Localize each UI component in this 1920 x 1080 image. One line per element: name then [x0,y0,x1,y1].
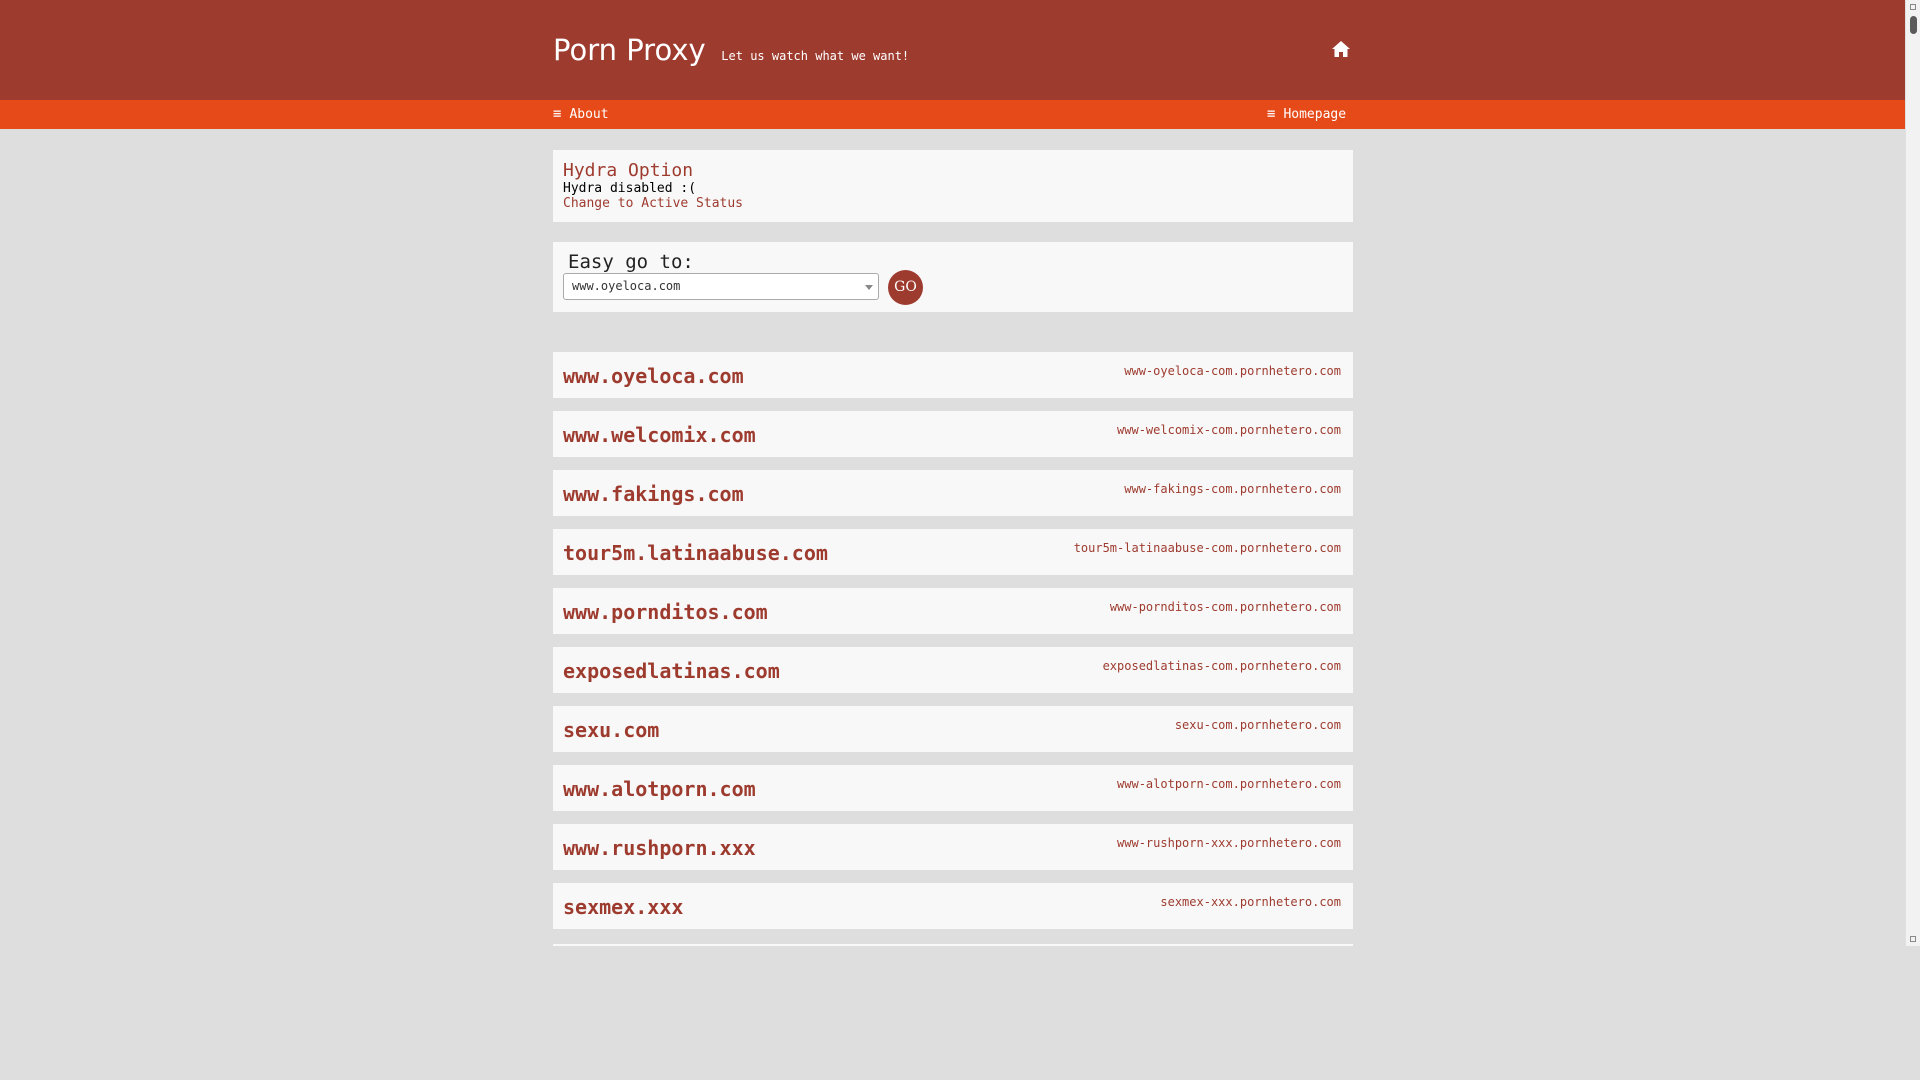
site-row[interactable]: www.alotporn.com www-alotporn-com.pornhe… [553,765,1353,811]
go-button[interactable]: GO [888,270,923,305]
nav-about-label: About [569,107,609,122]
scroll-down-icon[interactable] [1910,936,1916,942]
site-row[interactable]: sexu.com sexu-com.pornhetero.com [553,706,1353,752]
nav-about[interactable]: ≡ About [553,100,609,129]
site-row[interactable]: exposedlatinas.com exposedlatinas-com.po… [553,647,1353,693]
site-tagline: Let us watch what we want! [721,49,910,63]
easy-go-select[interactable]: www.oyeloca.com [563,273,879,300]
site-name[interactable]: www.alotporn.com [563,777,756,801]
site-row[interactable]: www.pornditos.com www-pornditos-com.porn… [553,588,1353,634]
site-header: Porn Proxy Let us watch what we want! [0,0,1905,100]
nav-bar: ≡ About ≡ Homepage [0,100,1905,129]
hamburger-icon: ≡ [553,106,562,122]
site-name[interactable]: www.welcomix.com [563,423,756,447]
hydra-activate-link[interactable]: Change to Active Status [563,196,743,211]
site-proxy-link[interactable]: www-welcomix-com.pornhetero.com [1117,423,1341,437]
site-name[interactable]: www.fakings.com [563,482,744,506]
site-row[interactable]: sexmex.xxx sexmex-xxx.pornhetero.com [553,883,1353,929]
site-row[interactable]: www.rushporn.xxx www-rushporn-xxx.pornhe… [553,824,1353,870]
site-row[interactable]: www.fakings.com www-fakings-com.pornhete… [553,470,1353,516]
easy-go-label: Easy go to: [568,251,694,273]
site-proxy-link[interactable]: tour5m-latinaabuse-com.pornhetero.com [1074,541,1341,555]
site-name[interactable]: www.oyeloca.com [563,364,744,388]
site-name[interactable]: www.pornditos.com [563,600,768,624]
hydra-panel: Hydra Option Hydra disabled :( Change to… [553,150,1353,222]
site-row[interactable]: tour5m.latinaabuse.com tour5m-latinaabus… [553,529,1353,575]
scroll-thumb[interactable] [1910,16,1917,34]
site-name[interactable]: tour5m.latinaabuse.com [563,541,828,565]
site-row[interactable]: www.welcomix.com www-welcomix-com.pornhe… [553,411,1353,457]
scroll-up-icon[interactable] [1910,4,1916,10]
easy-go-selected-value: www.oyeloca.com [572,279,681,293]
hydra-status: Hydra disabled :( [563,181,697,196]
site-proxy-link[interactable]: exposedlatinas-com.pornhetero.com [1103,659,1341,673]
site-proxy-link[interactable]: sexmex-xxx.pornhetero.com [1160,895,1341,909]
hydra-title: Hydra Option [563,160,694,181]
site-row-partial [553,944,1353,946]
site-row[interactable]: www.oyeloca.com www-oyeloca-com.pornhete… [553,352,1353,398]
brand: Porn Proxy Let us watch what we want! [553,33,909,67]
site-proxy-link[interactable]: www-pornditos-com.pornhetero.com [1110,600,1341,614]
easy-go-panel: Easy go to: www.oyeloca.com GO [553,242,1353,312]
site-name[interactable]: exposedlatinas.com [563,659,780,683]
site-proxy-link[interactable]: sexu-com.pornhetero.com [1175,718,1341,732]
nav-homepage-label: Homepage [1283,107,1347,122]
site-name[interactable]: sexu.com [563,718,659,742]
site-proxy-link[interactable]: www-fakings-com.pornhetero.com [1124,482,1341,496]
vertical-scrollbar[interactable] [1905,0,1920,946]
home-icon[interactable] [1331,40,1351,58]
site-proxy-link[interactable]: www-oyeloca-com.pornhetero.com [1124,364,1341,378]
site-proxy-link[interactable]: www-rushporn-xxx.pornhetero.com [1117,836,1341,850]
site-name[interactable]: sexmex.xxx [563,895,683,919]
site-proxy-link[interactable]: www-alotporn-com.pornhetero.com [1117,777,1341,791]
site-title[interactable]: Porn Proxy [553,33,706,67]
nav-homepage[interactable]: ≡ Homepage [1267,100,1346,129]
chevron-down-icon [865,285,873,290]
site-name[interactable]: www.rushporn.xxx [563,836,756,860]
hamburger-icon: ≡ [1267,106,1276,122]
